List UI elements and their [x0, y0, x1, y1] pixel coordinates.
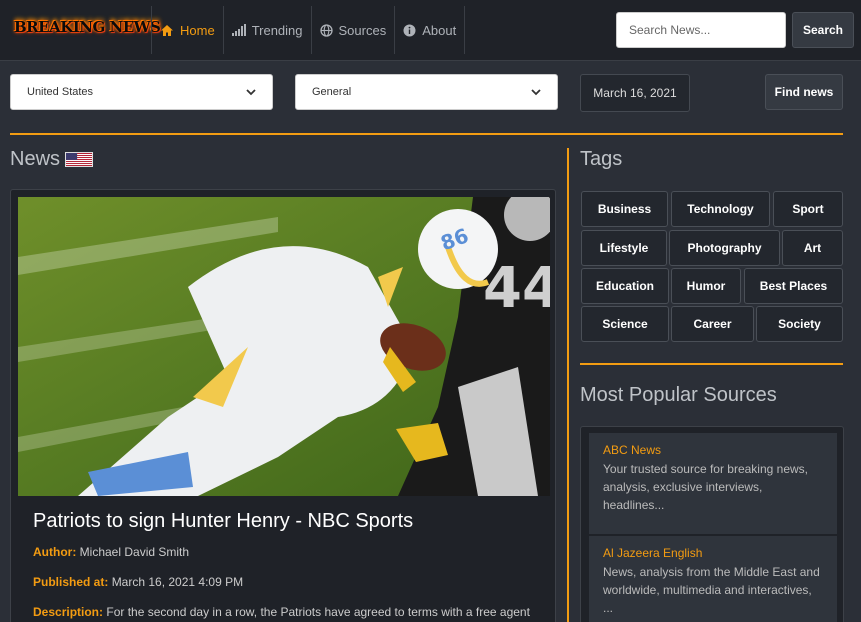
tag-sport[interactable]: Sport: [773, 191, 843, 227]
chevron-down-icon: [531, 88, 541, 95]
article-description: Description: For the second day in a row…: [33, 605, 530, 619]
article-author: Author: Michael David Smith: [33, 545, 189, 559]
search-input[interactable]: [616, 12, 786, 48]
source-name[interactable]: Al Jazeera English: [603, 546, 823, 560]
nav-item-about[interactable]: About: [394, 6, 466, 54]
published-label: Published at:: [33, 575, 109, 589]
header-divider: [10, 133, 843, 135]
nav-label-sources: Sources: [338, 22, 387, 38]
tag-best-places[interactable]: Best Places: [744, 268, 843, 304]
main-nav: Home Trending Sources About: [151, 6, 466, 54]
tag-technology[interactable]: Technology: [671, 191, 770, 227]
source-item[interactable]: ABC News Your trusted source for breakin…: [589, 433, 837, 534]
nav-label-home: Home: [180, 22, 215, 38]
navbar: BREAKING NEWS Home Trending Sources Abou…: [0, 0, 861, 61]
info-circle-icon: [403, 24, 416, 36]
sources-list: ABC News Your trusted source for breakin…: [580, 426, 844, 622]
find-news-button[interactable]: Find news: [765, 74, 843, 110]
nav-label-about: About: [422, 22, 457, 38]
tags-divider: [580, 363, 843, 365]
source-name[interactable]: ABC News: [603, 443, 823, 457]
category-select[interactable]: General: [295, 74, 558, 110]
nav-item-trending[interactable]: Trending: [222, 6, 311, 54]
signal-bars-icon: [231, 24, 246, 36]
nav-item-home[interactable]: Home: [151, 6, 223, 54]
country-select[interactable]: United States: [10, 74, 273, 110]
author-value: Michael David Smith: [79, 545, 190, 559]
description-label: Description:: [33, 605, 104, 619]
nav-label-trending: Trending: [251, 22, 303, 38]
tag-art[interactable]: Art: [782, 230, 843, 266]
category-select-value: General: [312, 86, 352, 98]
tag-humor[interactable]: Humor: [671, 268, 741, 304]
tag-education[interactable]: Education: [581, 268, 669, 304]
column-separator: [567, 148, 569, 622]
tag-photography[interactable]: Photography: [669, 230, 780, 266]
tag-business[interactable]: Business: [581, 191, 668, 227]
article-title[interactable]: Patriots to sign Hunter Henry - NBC Spor…: [33, 510, 413, 533]
article-published: Published at: March 16, 2021 4:09 PM: [33, 575, 243, 589]
source-item[interactable]: Al Jazeera English News, analysis from t…: [589, 536, 837, 622]
site-logo[interactable]: BREAKING NEWS: [14, 18, 161, 46]
search-button[interactable]: Search: [792, 12, 854, 48]
article-image[interactable]: 44 86: [18, 197, 550, 496]
description-value: For the second day in a row, the Patriot…: [106, 605, 530, 619]
news-section-title: News: [10, 148, 61, 170]
sources-title: Most Popular Sources: [580, 384, 777, 406]
nav-item-sources[interactable]: Sources: [310, 6, 395, 54]
source-description: Your trusted source for breaking news, a…: [603, 462, 809, 512]
date-picker[interactable]: March 16, 2021: [580, 74, 690, 112]
home-icon: [161, 24, 173, 36]
tag-society[interactable]: Society: [756, 306, 843, 342]
published-value: March 16, 2021 4:09 PM: [111, 575, 244, 589]
globe-icon: [319, 23, 333, 37]
source-description: News, analysis from the Middle East and …: [603, 565, 820, 615]
tag-science[interactable]: Science: [581, 306, 669, 342]
football-photo-icon: 44 86: [18, 197, 550, 496]
tag-career[interactable]: Career: [671, 306, 754, 342]
chevron-down-icon: [246, 88, 256, 95]
tag-lifestyle[interactable]: Lifestyle: [581, 230, 667, 266]
author-label: Author:: [33, 545, 77, 559]
country-select-value: United States: [27, 86, 94, 98]
tags-title: Tags: [580, 148, 623, 170]
news-card[interactable]: 44 86 Patriots to sign Hunter Henry - NB…: [10, 189, 556, 622]
us-flag-icon: [65, 152, 93, 167]
